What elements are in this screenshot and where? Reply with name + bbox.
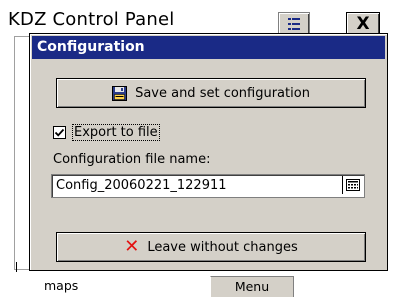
filename-input[interactable]: Config_20060221_122911 <box>51 174 365 198</box>
filename-label: Configuration file name: <box>53 152 211 167</box>
export-to-file-checkbox[interactable] <box>53 126 66 139</box>
export-to-file-checkbox-row[interactable]: Export to file <box>53 124 160 141</box>
background-titlebar: KDZ Control Panel X <box>2 4 390 38</box>
keyboard-icon <box>346 179 360 191</box>
filename-value: Config_20060221_122911 <box>56 178 227 193</box>
checkmark-icon <box>54 128 65 137</box>
leave-without-changes-button[interactable]: ✕ Leave without changes <box>56 232 366 262</box>
keyboard-button[interactable] <box>342 176 363 194</box>
red-x-icon: ✕ <box>124 236 140 257</box>
save-configuration-button[interactable]: Save and set configuration <box>56 78 366 108</box>
configuration-dialog: Configuration Save and set configuration… <box>29 33 388 271</box>
maps-label[interactable]: maps <box>36 276 190 296</box>
export-to-file-label: Export to file <box>72 124 160 141</box>
background-window-title: KDZ Control Panel <box>8 9 175 30</box>
list-icon <box>288 18 300 30</box>
leave-button-label: Leave without changes <box>147 239 298 255</box>
dialog-title: Configuration <box>37 39 145 55</box>
floppy-disk-icon <box>112 85 128 101</box>
save-button-label: Save and set configuration <box>135 85 310 101</box>
menu-button[interactable]: Menu <box>210 276 294 297</box>
dialog-titlebar: Configuration <box>32 36 385 59</box>
